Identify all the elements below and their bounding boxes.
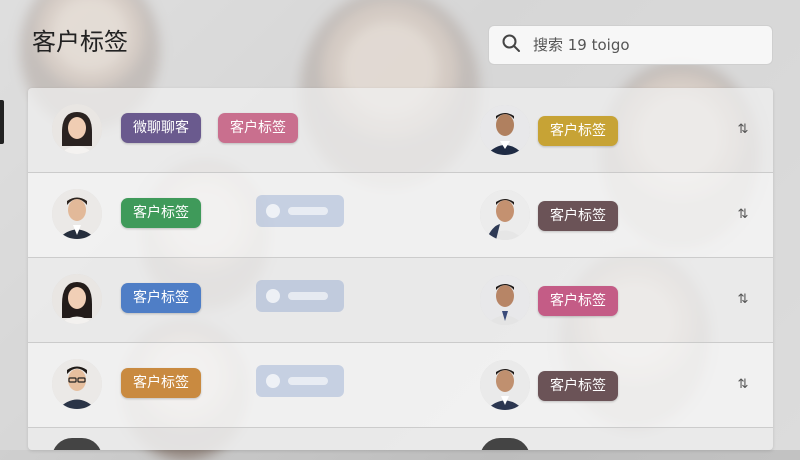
search-box[interactable] bbox=[488, 25, 773, 65]
page-title: 客户标签 bbox=[32, 28, 128, 56]
list-item[interactable]: 客户标签 客户标签 ⇅ bbox=[28, 258, 773, 343]
avatar bbox=[480, 360, 530, 410]
list-item[interactable]: 客户标签 客户标签 ⇅ bbox=[28, 173, 773, 258]
customer-tag[interactable]: 客户标签 bbox=[121, 368, 201, 398]
avatar bbox=[480, 105, 530, 155]
customer-tag[interactable]: 客户标签 bbox=[538, 371, 618, 401]
search-input[interactable] bbox=[531, 35, 755, 55]
avatar bbox=[480, 190, 530, 240]
ghost-card bbox=[256, 280, 344, 312]
avatar bbox=[52, 359, 102, 409]
sort-arrows-icon[interactable]: ⇅ bbox=[735, 290, 751, 310]
avatar bbox=[480, 275, 530, 325]
search-icon bbox=[501, 33, 521, 57]
ghost-card bbox=[256, 195, 344, 227]
customer-tag[interactable]: 客户标签 bbox=[538, 286, 618, 316]
sort-arrows-icon[interactable]: ⇅ bbox=[735, 375, 751, 395]
avatar bbox=[52, 189, 102, 239]
customer-tag[interactable]: 客户标签 bbox=[121, 283, 201, 313]
customer-tag[interactable]: 客户标签 bbox=[538, 116, 618, 146]
sidebar-handle[interactable] bbox=[0, 100, 4, 144]
avatar bbox=[52, 104, 102, 154]
avatar bbox=[52, 438, 102, 450]
customer-tag[interactable]: 微聊聊客 bbox=[121, 113, 201, 143]
customer-tag[interactable]: 客户标签 bbox=[538, 201, 618, 231]
avatar bbox=[480, 438, 530, 450]
list-item[interactable]: 客户标签 客户标签 ⇅ bbox=[28, 343, 773, 428]
sort-arrows-icon[interactable]: ⇅ bbox=[735, 205, 751, 225]
avatar bbox=[52, 274, 102, 324]
tag-list: 微聊聊客 客户标签 客户标签 ⇅ 客户标签 客户标签 ⇅ 客户标签 客户标签 ⇅ bbox=[28, 88, 773, 450]
customer-tag[interactable]: 客户标签 bbox=[218, 113, 298, 143]
list-item[interactable]: 微聊聊客 客户标签 客户标签 ⇅ bbox=[28, 88, 773, 173]
customer-tag[interactable]: 客户标签 bbox=[121, 198, 201, 228]
sort-arrows-icon[interactable]: ⇅ bbox=[735, 120, 751, 140]
ghost-card bbox=[256, 365, 344, 397]
